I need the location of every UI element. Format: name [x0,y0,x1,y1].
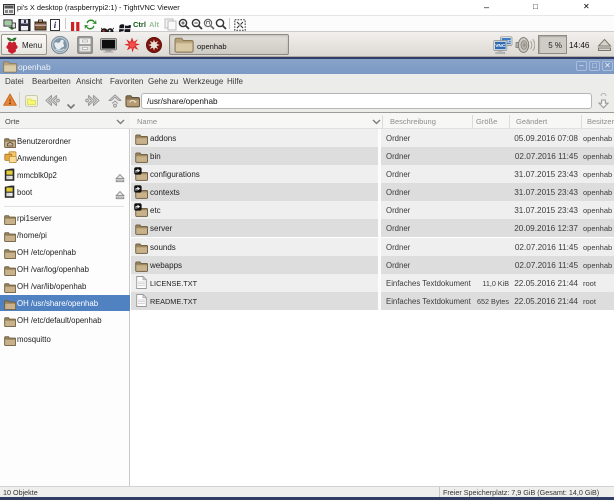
svg-text:VNC: VNC [495,43,506,49]
